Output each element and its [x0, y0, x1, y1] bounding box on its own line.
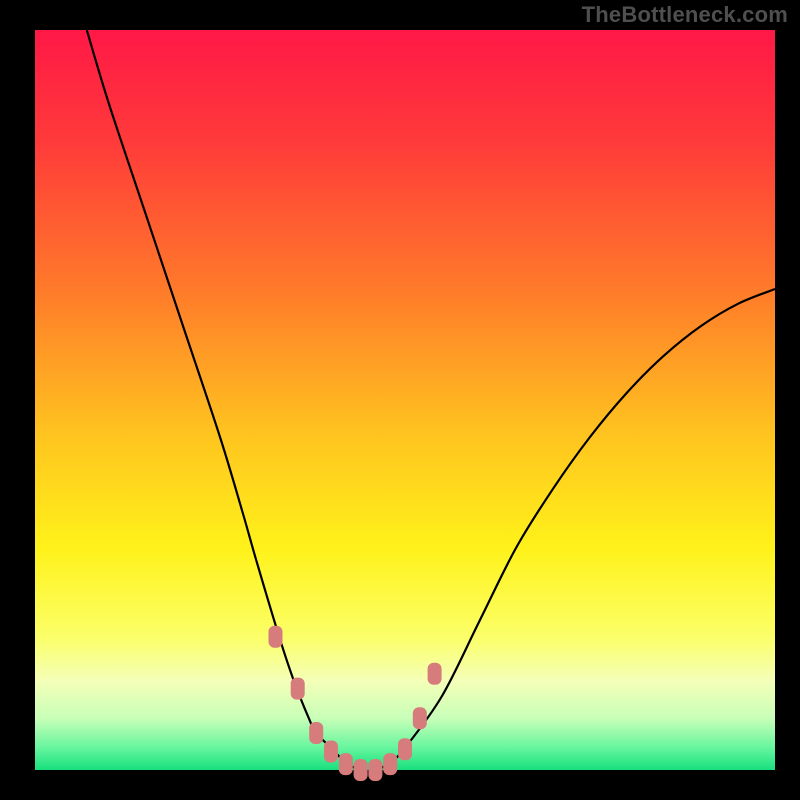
curve-marker — [269, 626, 283, 648]
curve-marker — [368, 759, 382, 781]
curve-marker — [413, 707, 427, 729]
curve-marker — [383, 753, 397, 775]
curve-marker — [398, 738, 412, 760]
curve-marker — [291, 678, 305, 700]
curve-marker — [428, 663, 442, 685]
chart-frame: TheBottleneck.com — [0, 0, 800, 800]
curve-marker — [339, 753, 353, 775]
plot-background — [35, 30, 775, 770]
curve-marker — [354, 759, 368, 781]
curve-marker — [309, 722, 323, 744]
curve-marker — [324, 741, 338, 763]
bottleneck-plot — [0, 0, 800, 800]
